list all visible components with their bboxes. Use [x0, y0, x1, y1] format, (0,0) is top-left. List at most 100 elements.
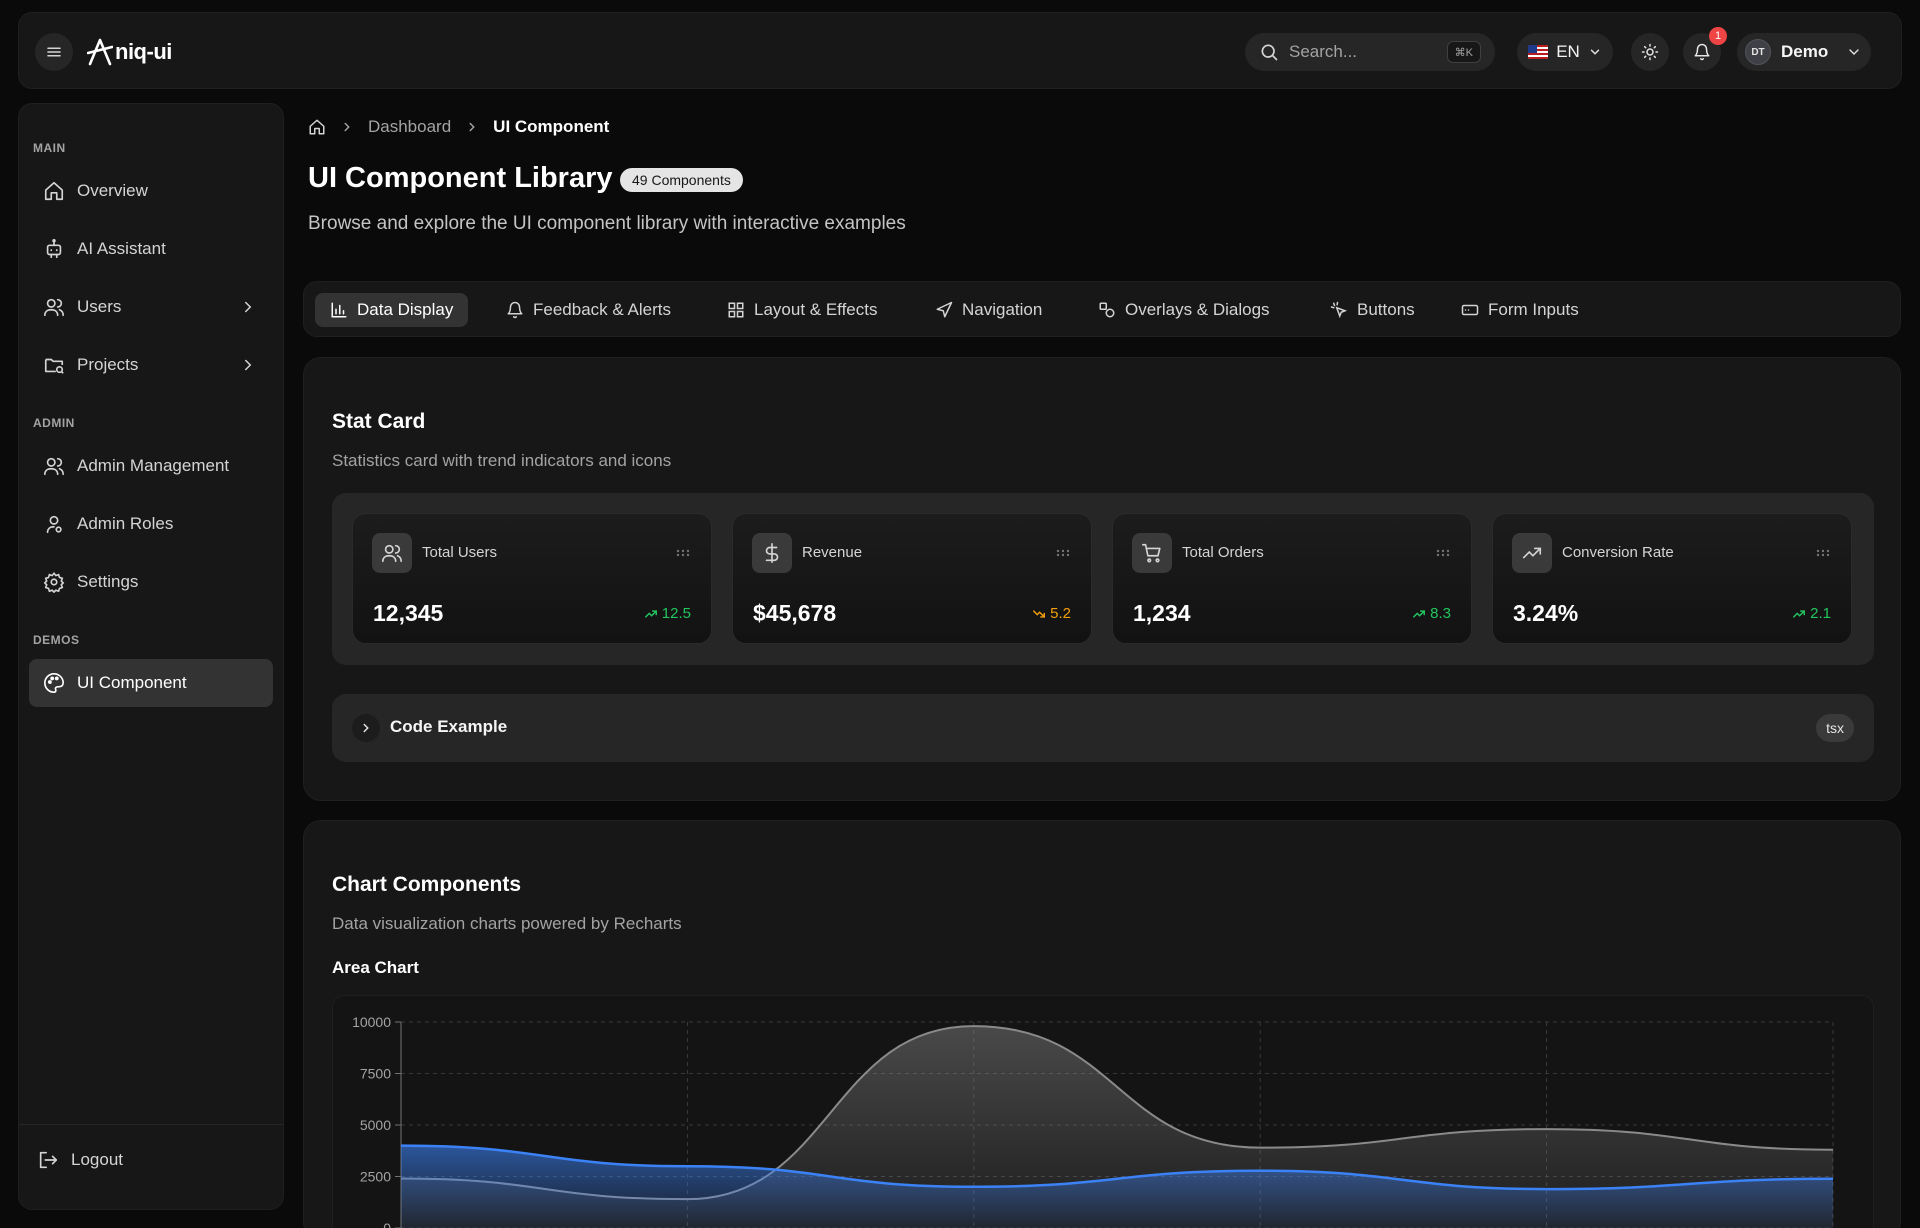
user-icon [43, 513, 65, 535]
sidebar-section-main: MAIN [33, 141, 66, 155]
sidebar-item-label: Users [77, 297, 122, 316]
trending-down-icon [1032, 607, 1046, 621]
breadcrumb-current: UI Component [493, 117, 610, 136]
y-tick-label: 10000 [352, 1014, 391, 1030]
palette-icon [43, 672, 65, 694]
top-bar: niq-ui Search... ⌘K EN 1 DT Demo [18, 12, 1902, 89]
drag-handle-icon[interactable] [675, 548, 691, 558]
stat-icon-box [372, 533, 412, 573]
bell-icon [506, 301, 524, 319]
sidebar: MAIN Overview AI Assistant Users Project… [18, 103, 284, 1210]
tab-overlays-dialogs[interactable]: Overlays & Dialogs [1083, 293, 1285, 327]
sidebar-item-label: Admin Management [77, 456, 230, 475]
area-chart-heading: Area Chart [332, 958, 419, 977]
search-placeholder: Search... [1289, 42, 1358, 61]
menu-toggle-button[interactable] [35, 33, 73, 71]
stat-value: 3.24% [1513, 600, 1579, 626]
stat-trend: 2.1 [1792, 605, 1831, 622]
sidebar-item-ui-component[interactable]: UI Component [29, 659, 273, 707]
category-tabs: Data Display Feedback & Alerts Layout & … [303, 281, 1901, 337]
sidebar-item-admin-roles[interactable]: Admin Roles [29, 500, 273, 548]
stat-trend: 5.2 [1032, 605, 1071, 622]
tab-label: Form Inputs [1488, 300, 1579, 319]
area-chart[interactable]: 10000 7500 5000 2500 0 [332, 995, 1874, 1228]
bar-chart-icon [330, 301, 348, 319]
y-tick-label: 7500 [360, 1066, 391, 1082]
sidebar-item-projects[interactable]: Projects [29, 341, 273, 389]
tab-feedback-alerts[interactable]: Feedback & Alerts [491, 293, 686, 327]
tab-buttons[interactable]: Buttons [1315, 293, 1430, 327]
app-logo[interactable]: niq-ui [87, 35, 172, 69]
stat-card-preview: Total Users 12,345 12.5 Revenue $45,678 … [332, 493, 1874, 665]
trending-up-icon [1521, 542, 1543, 564]
logout-button[interactable]: Logout [23, 1136, 267, 1184]
stat-trend: 8.3 [1412, 605, 1451, 622]
component-count-badge: 49 Components [620, 168, 743, 192]
sidebar-item-users[interactable]: Users [29, 283, 273, 331]
chevron-right-icon [239, 356, 257, 374]
code-example-toggle[interactable]: Code Example tsx [332, 694, 1874, 762]
chart-components-section: Chart Components Data visualization char… [303, 820, 1901, 1228]
chevron-right-icon [239, 298, 257, 316]
notifications-button[interactable]: 1 [1683, 27, 1727, 71]
shapes-icon [1098, 301, 1116, 319]
drag-handle-icon[interactable] [1055, 548, 1071, 558]
stat-value: $45,678 [753, 600, 837, 626]
trending-up-icon [1412, 607, 1426, 621]
search-icon [1259, 42, 1279, 62]
sidebar-item-settings[interactable]: Settings [29, 558, 273, 606]
logout-label: Logout [71, 1150, 123, 1169]
stat-label: Revenue [802, 544, 863, 561]
sidebar-section-admin: ADMIN [33, 416, 75, 430]
dollar-icon [761, 542, 783, 564]
sidebar-item-ai-assistant[interactable]: AI Assistant [29, 225, 273, 273]
bell-icon [1693, 43, 1711, 61]
stat-trend-value: 2.1 [1810, 605, 1831, 622]
navigation-icon [935, 301, 953, 319]
stat-card-total-users: Total Users 12,345 12.5 [352, 513, 712, 644]
stat-label: Total Orders [1182, 544, 1264, 561]
sidebar-item-label: UI Component [77, 673, 187, 692]
drag-handle-icon[interactable] [1815, 548, 1831, 558]
us-flag-icon [1528, 45, 1549, 59]
tab-data-display[interactable]: Data Display [315, 293, 469, 327]
home-icon[interactable] [308, 118, 326, 136]
tab-navigation[interactable]: Navigation [920, 293, 1057, 327]
trending-up-icon [644, 607, 658, 621]
tab-layout-effects[interactable]: Layout & Effects [712, 293, 892, 327]
language-selector[interactable]: EN [1517, 33, 1613, 71]
logo-mark-icon [87, 37, 113, 67]
drag-handle-icon[interactable] [1435, 548, 1451, 558]
y-tick-label: 5000 [360, 1117, 391, 1133]
stat-label: Conversion Rate [1562, 544, 1674, 561]
code-language-badge: tsx [1816, 714, 1854, 742]
section-description: Data visualization charts powered by Rec… [332, 914, 682, 933]
sidebar-item-admin-management[interactable]: Admin Management [29, 442, 273, 490]
tab-label: Overlays & Dialogs [1125, 300, 1270, 319]
page-subtitle: Browse and explore the UI component libr… [308, 213, 906, 234]
stat-trend-value: 5.2 [1050, 605, 1071, 622]
users-icon [381, 542, 403, 564]
theme-toggle-button[interactable] [1631, 33, 1669, 71]
users-icon [43, 455, 65, 477]
stat-value: 1,234 [1133, 600, 1191, 626]
stat-label: Total Users [422, 544, 498, 561]
avatar: DT [1745, 39, 1771, 65]
language-label: EN [1556, 42, 1580, 61]
section-description: Statistics card with trend indicators an… [332, 451, 672, 470]
notification-count-badge: 1 [1709, 27, 1727, 45]
search-input[interactable]: Search... ⌘K [1245, 33, 1495, 71]
stat-trend: 12.5 [644, 605, 691, 622]
chevron-right-icon [340, 120, 354, 134]
tab-label: Buttons [1357, 300, 1415, 319]
stat-trend-value: 8.3 [1430, 605, 1451, 622]
sidebar-item-label: Admin Roles [77, 514, 174, 533]
y-tick-label: 2500 [360, 1169, 391, 1185]
user-menu[interactable]: DT Demo [1737, 33, 1871, 71]
user-name: Demo [1781, 42, 1829, 61]
area-chart-svg: 10000 7500 5000 2500 0 [352, 1014, 1834, 1228]
breadcrumb-dashboard-link[interactable]: Dashboard [368, 117, 451, 137]
sidebar-item-overview[interactable]: Overview [29, 167, 273, 215]
y-tick-label: 0 [383, 1220, 391, 1228]
tab-form-inputs[interactable]: Form Inputs [1446, 293, 1594, 327]
